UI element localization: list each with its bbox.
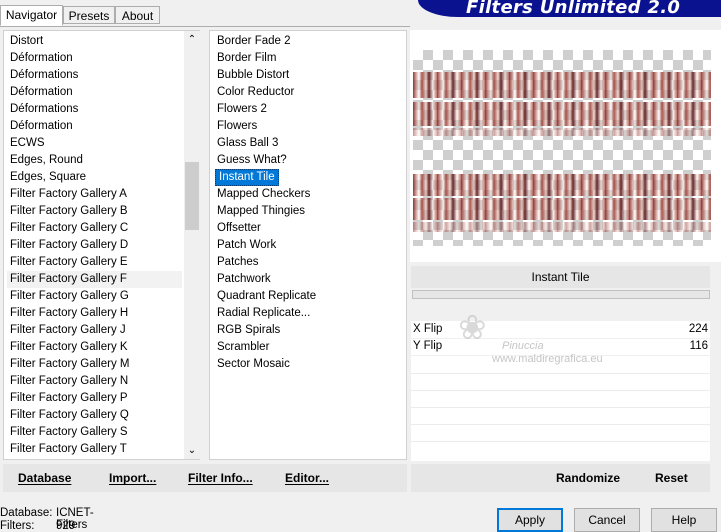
preview-band — [413, 198, 711, 220]
filter-item[interactable]: Offsetter — [217, 220, 261, 237]
filter-item[interactable]: Patches — [217, 254, 259, 271]
category-item[interactable]: ECWS — [10, 135, 45, 152]
preview-band — [413, 222, 711, 232]
category-item[interactable]: Distort — [10, 33, 43, 50]
filter-item[interactable]: Mapped Checkers — [217, 186, 310, 203]
category-item[interactable]: Filter Factory Gallery T — [10, 441, 127, 458]
right-button-bar: Randomize Reset — [411, 464, 710, 492]
cancel-button[interactable]: Cancel — [574, 508, 640, 532]
preview-band — [413, 72, 711, 98]
param-row-x-flip[interactable]: X Flip 224 — [411, 321, 710, 339]
help-button[interactable]: Help — [651, 508, 717, 532]
param-divider — [411, 441, 710, 442]
filter-item[interactable]: Border Film — [217, 50, 276, 67]
filter-item[interactable]: Flowers — [217, 118, 257, 135]
randomize-button[interactable]: Randomize — [556, 464, 620, 492]
category-item[interactable]: Filter Factory Gallery D — [10, 237, 128, 254]
category-item[interactable]: Déformation — [10, 118, 73, 135]
filter-list[interactable]: Border Fade 2 Border Film Bubble Distort Co… — [209, 30, 407, 460]
tab-presets[interactable]: Presets — [63, 6, 115, 24]
filter-item[interactable]: Patchwork — [217, 271, 271, 288]
scroll-up-icon[interactable]: ⌃ — [184, 31, 200, 48]
category-item[interactable]: Déformations — [10, 67, 78, 84]
filter-item[interactable]: Radial Replicate... — [217, 305, 310, 322]
category-scrollbar[interactable]: ⌃ ⌄ — [184, 31, 200, 459]
filter-item[interactable]: Glass Ball 3 — [217, 135, 278, 152]
category-item[interactable]: Déformations — [10, 101, 78, 118]
filter-item[interactable]: RGB Spirals — [217, 322, 280, 339]
category-item[interactable]: Edges, Square — [10, 169, 86, 186]
param-divider — [411, 407, 710, 408]
database-button[interactable]: Database — [18, 464, 71, 492]
filter-name-display: Instant Tile — [411, 266, 710, 288]
filter-item[interactable]: Instant Tile — [215, 169, 279, 186]
scroll-thumb[interactable] — [185, 162, 199, 230]
left-button-bar: Database Import... Filter Info... Editor… — [3, 464, 407, 492]
filter-item[interactable]: Guess What? — [217, 152, 287, 169]
param-label: Y Flip — [413, 340, 443, 352]
tab-about[interactable]: About — [115, 6, 160, 24]
param-divider — [411, 373, 710, 374]
preview-band — [413, 128, 711, 136]
filter-item[interactable]: Color Reductor — [217, 84, 294, 101]
category-item[interactable]: Déformation — [10, 84, 73, 101]
category-item[interactable]: Filter Factory Gallery A — [10, 186, 127, 203]
scroll-down-icon[interactable]: ⌄ — [184, 442, 200, 459]
category-item[interactable]: Filter Factory Gallery M — [10, 356, 130, 373]
category-item[interactable]: Filter Factory Gallery F — [7, 271, 182, 288]
param-value[interactable]: 116 — [690, 338, 708, 355]
param-value[interactable]: 224 — [689, 321, 708, 338]
status-filters-label: Filters: — [0, 520, 35, 532]
category-item[interactable]: Déformation — [10, 50, 73, 67]
category-item[interactable]: Filter Factory Gallery N — [10, 373, 128, 390]
category-item[interactable]: Edges, Round — [10, 152, 83, 169]
filter-item[interactable]: Flowers 2 — [217, 101, 267, 118]
filter-item[interactable]: Border Fade 2 — [217, 33, 291, 50]
category-item[interactable]: Filter Factory Gallery H — [10, 305, 128, 322]
param-row-y-flip[interactable]: Y Flip 116 — [411, 338, 710, 356]
category-item[interactable]: Filter Factory Gallery J — [10, 322, 126, 339]
filter-info-button[interactable]: Filter Info... — [188, 464, 253, 492]
filter-item[interactable]: Patch Work — [217, 237, 276, 254]
category-item[interactable]: Filter Factory Gallery K — [10, 339, 128, 356]
param-divider — [411, 424, 710, 425]
category-item[interactable]: Filter Factory Gallery P — [10, 390, 128, 407]
category-item[interactable]: Filter Factory Gallery Q — [10, 407, 129, 424]
filter-item[interactable]: Sector Mosaic — [217, 356, 290, 373]
import-button[interactable]: Import... — [109, 464, 156, 492]
category-item[interactable]: Filter Factory Gallery B — [10, 203, 128, 220]
status-database-label: Database: — [0, 507, 53, 519]
apply-button[interactable]: Apply — [497, 508, 563, 532]
status-filters-value: 929 — [56, 520, 76, 532]
filter-item[interactable]: Quadrant Replicate — [217, 288, 316, 305]
banner-title: Filters Unlimited 2.0 — [466, 0, 681, 18]
category-item[interactable]: Filter Factory Gallery S — [10, 424, 128, 441]
param-label: X Flip — [413, 323, 443, 335]
filter-item[interactable]: Bubble Distort — [217, 67, 289, 84]
parameter-list: X Flip 224 Y Flip 116 — [411, 321, 710, 461]
filter-item[interactable]: Mapped Thingies — [217, 203, 305, 220]
category-item[interactable]: Filter Factory Gallery C — [10, 220, 128, 237]
preview-image — [413, 50, 711, 246]
category-list[interactable]: Distort Déformation Déformations Déformatio… — [3, 30, 200, 460]
category-item[interactable]: Filter Factory Gallery E — [10, 254, 128, 271]
editor-button[interactable]: Editor... — [285, 464, 329, 492]
filter-item[interactable]: Scrambler — [217, 339, 269, 356]
preview-panel — [410, 30, 721, 262]
category-item[interactable]: Filter Factory Gallery G — [10, 288, 129, 305]
preview-band — [413, 102, 711, 126]
reset-button[interactable]: Reset — [655, 464, 688, 492]
parameter-slider[interactable] — [412, 290, 710, 299]
param-divider — [411, 390, 710, 391]
preview-band — [413, 174, 711, 196]
tab-navigator[interactable]: Navigator — [0, 5, 63, 26]
app-banner: Filters Unlimited 2.0 — [418, 0, 721, 18]
tab-divider — [0, 26, 410, 27]
